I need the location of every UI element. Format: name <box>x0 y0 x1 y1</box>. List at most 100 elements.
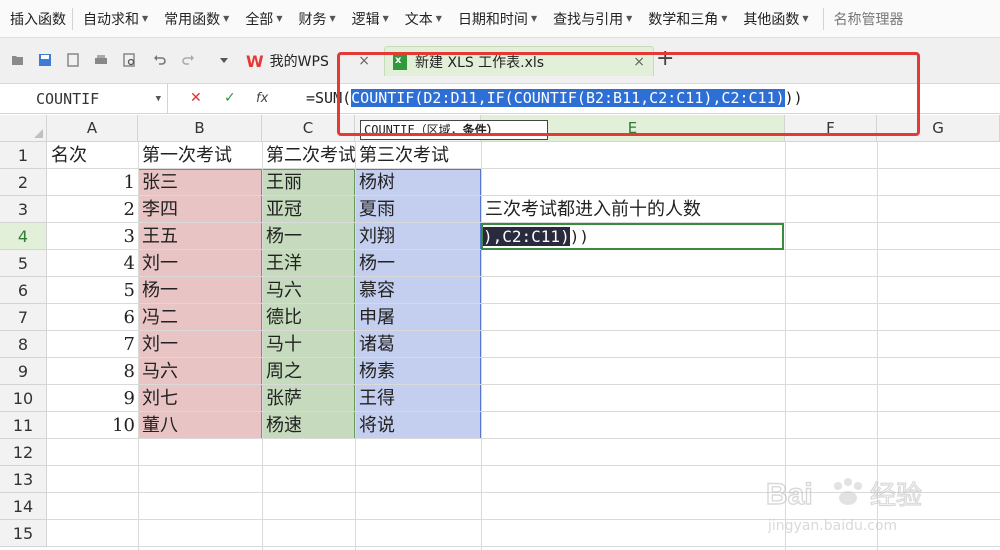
row-header-13[interactable]: 13 <box>0 466 47 493</box>
ribbon-item[interactable]: 逻辑 ▼ <box>342 0 395 38</box>
ribbon-item[interactable]: 常用函数 ▼ <box>154 0 235 38</box>
row-header-14[interactable]: 14 <box>0 493 47 520</box>
cell-d3[interactable]: 夏雨 <box>355 196 481 223</box>
cell-d9[interactable]: 杨素 <box>355 358 481 385</box>
cell-d8[interactable]: 诸葛 <box>355 331 481 358</box>
cell-b11[interactable]: 董八 <box>138 412 262 439</box>
cell-d4[interactable]: 刘翔 <box>355 223 481 250</box>
chevron-down-icon[interactable]: ▼ <box>156 94 161 104</box>
confirm-formula-button[interactable]: ✓ <box>224 90 236 106</box>
chevron-down-icon: ▼ <box>382 14 389 23</box>
ribbon-item[interactable]: 财务 ▼ <box>288 0 341 38</box>
ribbon-item[interactable]: 查找与引用 ▼ <box>543 0 638 38</box>
cell-c5[interactable]: 王洋 <box>262 250 355 277</box>
cell-a10[interactable]: 9 <box>47 385 138 412</box>
ribbon-item-label: 其他函数 <box>743 11 800 28</box>
cell-a3[interactable]: 2 <box>47 196 138 223</box>
cell-b8[interactable]: 刘一 <box>138 331 262 358</box>
cell-e3[interactable]: 三次考试都进入前十的人数 <box>481 196 701 223</box>
cell-d6[interactable]: 慕容 <box>355 277 481 304</box>
column-header-b[interactable]: B <box>138 115 262 142</box>
insert-function-button[interactable]: fx <box>256 91 268 106</box>
row-header-3[interactable]: 3 <box>0 196 47 223</box>
ribbon-item[interactable]: 数学和三角 ▼ <box>638 0 733 38</box>
cell-a5[interactable]: 4 <box>47 250 138 277</box>
cell-d11[interactable]: 将说 <box>355 412 481 439</box>
cell-c6[interactable]: 马六 <box>262 277 355 304</box>
row-header-7[interactable]: 7 <box>0 304 47 331</box>
row-header-4[interactable]: 4 <box>0 223 47 250</box>
cell-edit-selection: ),C2:C11) <box>483 227 570 246</box>
cell-a4[interactable]: 3 <box>47 223 138 250</box>
undo-icon[interactable] <box>152 52 168 68</box>
cell-c3[interactable]: 亚冠 <box>262 196 355 223</box>
ribbon-item[interactable]: 插入函数 <box>0 0 72 38</box>
cell-c2[interactable]: 王丽 <box>262 169 355 196</box>
cell-c9[interactable]: 周之 <box>262 358 355 385</box>
chevron-down-icon: ▼ <box>223 14 230 23</box>
ribbon-item[interactable]: 日期和时间 ▼ <box>448 0 543 38</box>
cell-b1[interactable]: 第一次考试 <box>138 142 262 169</box>
cell-c4[interactable]: 杨一 <box>262 223 355 250</box>
chevron-down-icon: ▼ <box>530 14 538 23</box>
row-header-9[interactable]: 9 <box>0 358 47 385</box>
cell-b10[interactable]: 刘七 <box>138 385 262 412</box>
cell-b5[interactable]: 刘一 <box>138 250 262 277</box>
cell-a11[interactable]: 10 <box>47 412 138 439</box>
cell-c8[interactable]: 马十 <box>262 331 355 358</box>
row-header-1[interactable]: 1 <box>0 142 47 169</box>
chevron-down-icon: ▼ <box>435 14 442 23</box>
ribbon-item-label: 数学和三角 <box>648 11 719 28</box>
toolbar-dropdown-icon[interactable] <box>216 52 232 68</box>
cell-a7[interactable]: 6 <box>47 304 138 331</box>
row-header-10[interactable]: 10 <box>0 385 47 412</box>
cancel-formula-button[interactable]: ✕ <box>190 90 202 106</box>
chevron-down-icon: ▼ <box>329 14 336 23</box>
row-header-12[interactable]: 12 <box>0 439 47 466</box>
row-header-5[interactable]: 5 <box>0 250 47 277</box>
save-icon[interactable] <box>37 52 53 68</box>
cell-d2[interactable]: 杨树 <box>355 169 481 196</box>
cell-c10[interactable]: 张萨 <box>262 385 355 412</box>
ribbon-item-label: 逻辑 <box>351 11 380 28</box>
cell-a6[interactable]: 5 <box>47 277 138 304</box>
cell-c11[interactable]: 杨速 <box>262 412 355 439</box>
row-header-11[interactable]: 11 <box>0 412 47 439</box>
cell-d1[interactable]: 第三次考试 <box>355 142 481 169</box>
ribbon-item[interactable]: 其他函数 ▼ <box>733 0 814 38</box>
cell-a8[interactable]: 7 <box>47 331 138 358</box>
name-manager-button[interactable]: 名称管理器 <box>824 0 910 38</box>
cell-b9[interactable]: 马六 <box>138 358 262 385</box>
name-box[interactable]: COUNTIF ▼ <box>0 84 168 113</box>
ribbon-item-label: 自动求和 <box>83 11 139 28</box>
ribbon-item[interactable]: 全部 ▼ <box>235 0 288 38</box>
cell-a2[interactable]: 1 <box>47 169 138 196</box>
export-icon[interactable] <box>65 52 81 68</box>
cell-b2[interactable]: 张三 <box>138 169 262 196</box>
row-header-8[interactable]: 8 <box>0 331 47 358</box>
cell-b7[interactable]: 冯二 <box>138 304 262 331</box>
ribbon-item[interactable]: 文本 ▼ <box>395 0 448 38</box>
cell-b3[interactable]: 李四 <box>138 196 262 223</box>
cell-a9[interactable]: 8 <box>47 358 138 385</box>
active-cell-e4[interactable]: ),C2:C11))) <box>481 223 784 250</box>
cell-c1[interactable]: 第二次考试 <box>262 142 355 169</box>
redo-icon[interactable] <box>180 52 196 68</box>
row-header-2[interactable]: 2 <box>0 169 47 196</box>
print-preview-icon[interactable] <box>121 52 137 68</box>
cell-d10[interactable]: 王得 <box>355 385 481 412</box>
cell-d7[interactable]: 申屠 <box>355 304 481 331</box>
column-header-a[interactable]: A <box>47 115 138 142</box>
cell-a1[interactable]: 名次 <box>47 142 138 169</box>
cell-b4[interactable]: 王五 <box>138 223 262 250</box>
print-icon[interactable] <box>93 52 109 68</box>
cell-d5[interactable]: 杨一 <box>355 250 481 277</box>
cell-c7[interactable]: 德比 <box>262 304 355 331</box>
ribbon-item[interactable]: 自动求和 ▼ <box>73 0 154 38</box>
open-icon[interactable] <box>10 52 26 68</box>
cell-b6[interactable]: 杨一 <box>138 277 262 304</box>
chevron-down-icon: ▼ <box>276 14 283 23</box>
select-all-corner[interactable] <box>0 115 47 142</box>
row-header-15[interactable]: 15 <box>0 520 47 547</box>
row-header-6[interactable]: 6 <box>0 277 47 304</box>
